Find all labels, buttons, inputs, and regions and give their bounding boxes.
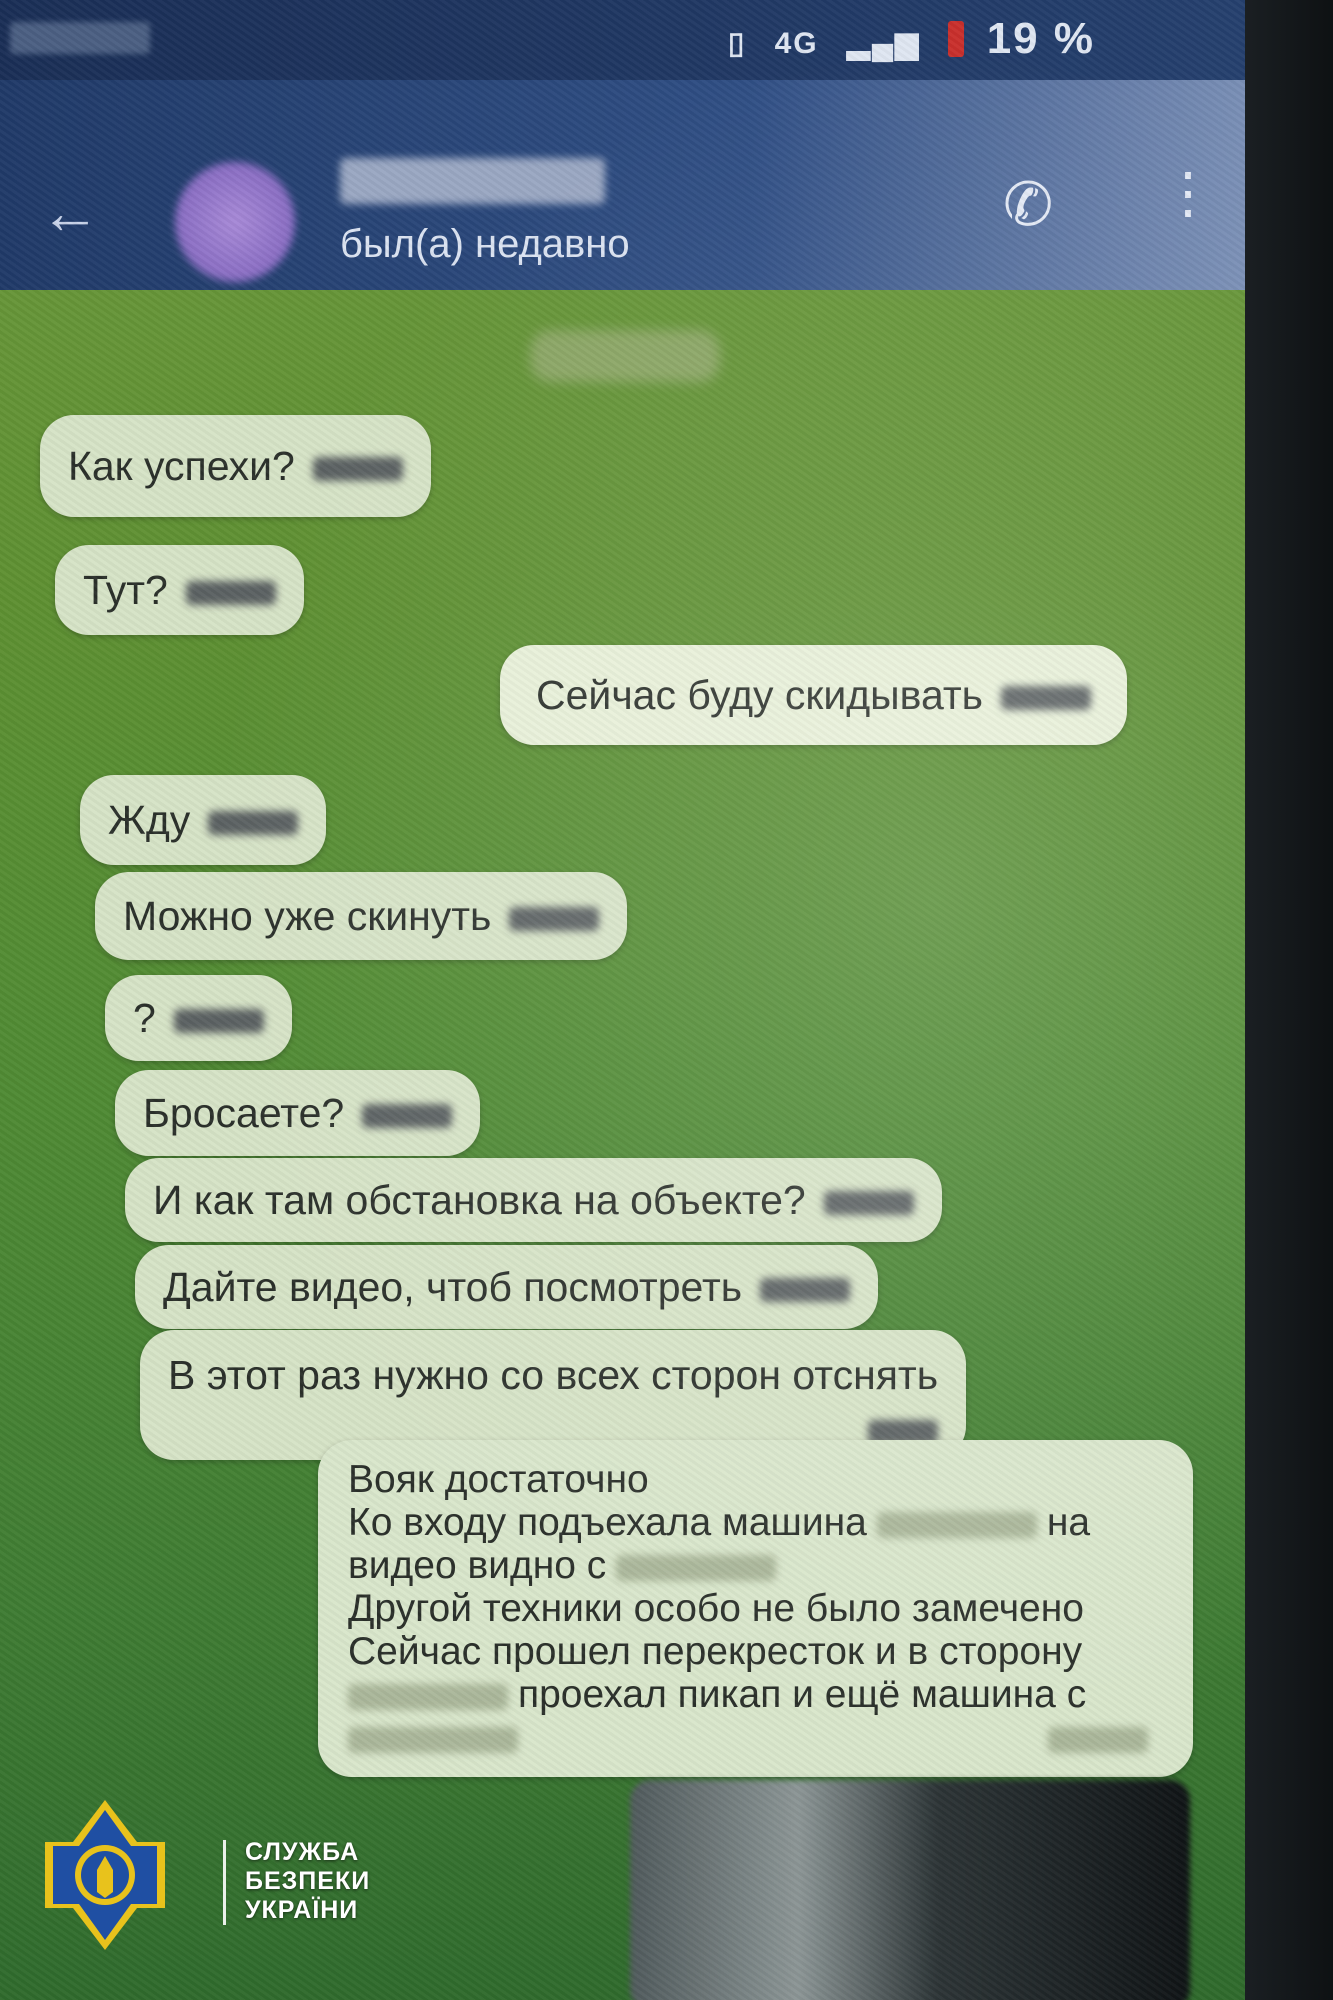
network-label: 4G bbox=[774, 27, 819, 60]
status-time-blurred bbox=[10, 22, 150, 54]
watermark-line: БЕЗПЕКИ bbox=[245, 1867, 371, 1895]
redacted-text bbox=[348, 1683, 508, 1710]
more-menu-icon[interactable]: ⋮ bbox=[1160, 164, 1216, 220]
message-time-blurred bbox=[1048, 1726, 1148, 1753]
phone-call-icon[interactable]: ✆ bbox=[1003, 170, 1053, 240]
battery-icon bbox=[948, 21, 965, 57]
message-text: Тут? bbox=[83, 567, 168, 613]
message-text: Жду bbox=[108, 797, 191, 843]
message-bubble[interactable]: ? bbox=[105, 975, 292, 1061]
report-line: Сейчас прошел перекресток и в сторону bbox=[348, 1630, 1083, 1673]
message-bubble[interactable]: И как там обстановка на объекте? bbox=[125, 1158, 942, 1242]
message-text: ? bbox=[133, 995, 156, 1041]
chat-screen: ▯ 4G ▂▄▆ 19 % ← был(а) недавно ✆ ⋮ Как у… bbox=[0, 0, 1245, 2000]
back-arrow-icon[interactable]: ← bbox=[40, 178, 100, 247]
message-time-blurred bbox=[362, 1104, 453, 1129]
message-time-blurred bbox=[823, 1191, 914, 1216]
message-time-blurred bbox=[760, 1278, 851, 1303]
message-text: Можно уже скинуть bbox=[123, 893, 492, 939]
chat-header: ← был(а) недавно ✆ ⋮ bbox=[0, 80, 1245, 290]
message-time-blurred bbox=[173, 1009, 264, 1034]
contact-status: был(а) недавно bbox=[340, 222, 630, 266]
sbu-shield-icon bbox=[45, 1800, 165, 1950]
status-icons: ▯ 4G ▂▄▆ 19 % bbox=[728, 14, 1095, 64]
message-time-blurred bbox=[185, 581, 276, 606]
redacted-text bbox=[616, 1554, 777, 1581]
report-line-6: проехал пикап и ещё машина с bbox=[348, 1673, 1163, 1716]
report-line: Другой техники особо не было замечено bbox=[348, 1587, 1084, 1630]
watermark-divider bbox=[223, 1840, 226, 1925]
message-time-blurred bbox=[509, 907, 600, 932]
message-text: Как успехи? bbox=[68, 443, 295, 489]
message-bubble[interactable]: Как успехи? bbox=[40, 415, 431, 517]
message-bubble[interactable]: Можно уже скинуть bbox=[95, 872, 628, 960]
report-line-3: видео видно с bbox=[348, 1544, 1163, 1587]
status-bar: ▯ 4G ▂▄▆ 19 % bbox=[0, 0, 1245, 80]
message-bubble[interactable]: Дайте видео, чтоб посмотреть bbox=[135, 1245, 879, 1329]
redacted-text bbox=[348, 1726, 518, 1753]
message-bubble[interactable]: Тут? bbox=[55, 545, 304, 635]
report-line: Вояк достаточно bbox=[348, 1458, 649, 1501]
report-line-2: Ко входу подъехала машина на bbox=[348, 1501, 1091, 1544]
message-time-blurred bbox=[312, 457, 403, 482]
message-text: В этот раз нужно со всех сторон отснять bbox=[168, 1352, 939, 1398]
contact-name-blurred[interactable] bbox=[340, 158, 605, 204]
message-time-blurred bbox=[208, 811, 299, 836]
watermark-line: УКРАЇНИ bbox=[245, 1896, 359, 1924]
phone-photo: ▯ 4G ▂▄▆ 19 % ← был(а) недавно ✆ ⋮ Как у… bbox=[0, 0, 1333, 2000]
media-preview-blurred[interactable] bbox=[630, 1780, 1190, 2000]
message-bubble[interactable]: Жду bbox=[80, 775, 327, 865]
avatar[interactable] bbox=[175, 162, 295, 282]
message-text: И как там обстановка на объекте? bbox=[153, 1177, 806, 1223]
message-bubble[interactable]: Бросаете? bbox=[115, 1070, 481, 1156]
date-chip-blurred bbox=[530, 330, 720, 382]
battery-percent: 19 % bbox=[986, 14, 1095, 63]
report-message-bubble-outgoing[interactable]: Вояк достаточно Ко входу подъехала машин… bbox=[318, 1440, 1193, 1777]
message-bubble-outgoing[interactable]: Сейчас буду скидывать bbox=[500, 645, 1127, 745]
message-text: Бросаете? bbox=[143, 1090, 345, 1136]
message-time-blurred bbox=[1001, 686, 1091, 711]
vibrate-icon: ▯ bbox=[727, 27, 747, 60]
redacted-text bbox=[876, 1511, 1037, 1538]
report-time-row bbox=[348, 1716, 1163, 1759]
watermark-line: СЛУЖБА bbox=[245, 1838, 360, 1866]
signal-icon: ▂▄▆ bbox=[846, 27, 921, 60]
sbu-watermark: СЛУЖБА БЕЗПЕКИ УКРАЇНИ bbox=[245, 1838, 370, 1925]
message-text: Сейчас буду скидывать bbox=[536, 672, 983, 718]
message-text: Дайте видео, чтоб посмотреть bbox=[163, 1264, 743, 1310]
